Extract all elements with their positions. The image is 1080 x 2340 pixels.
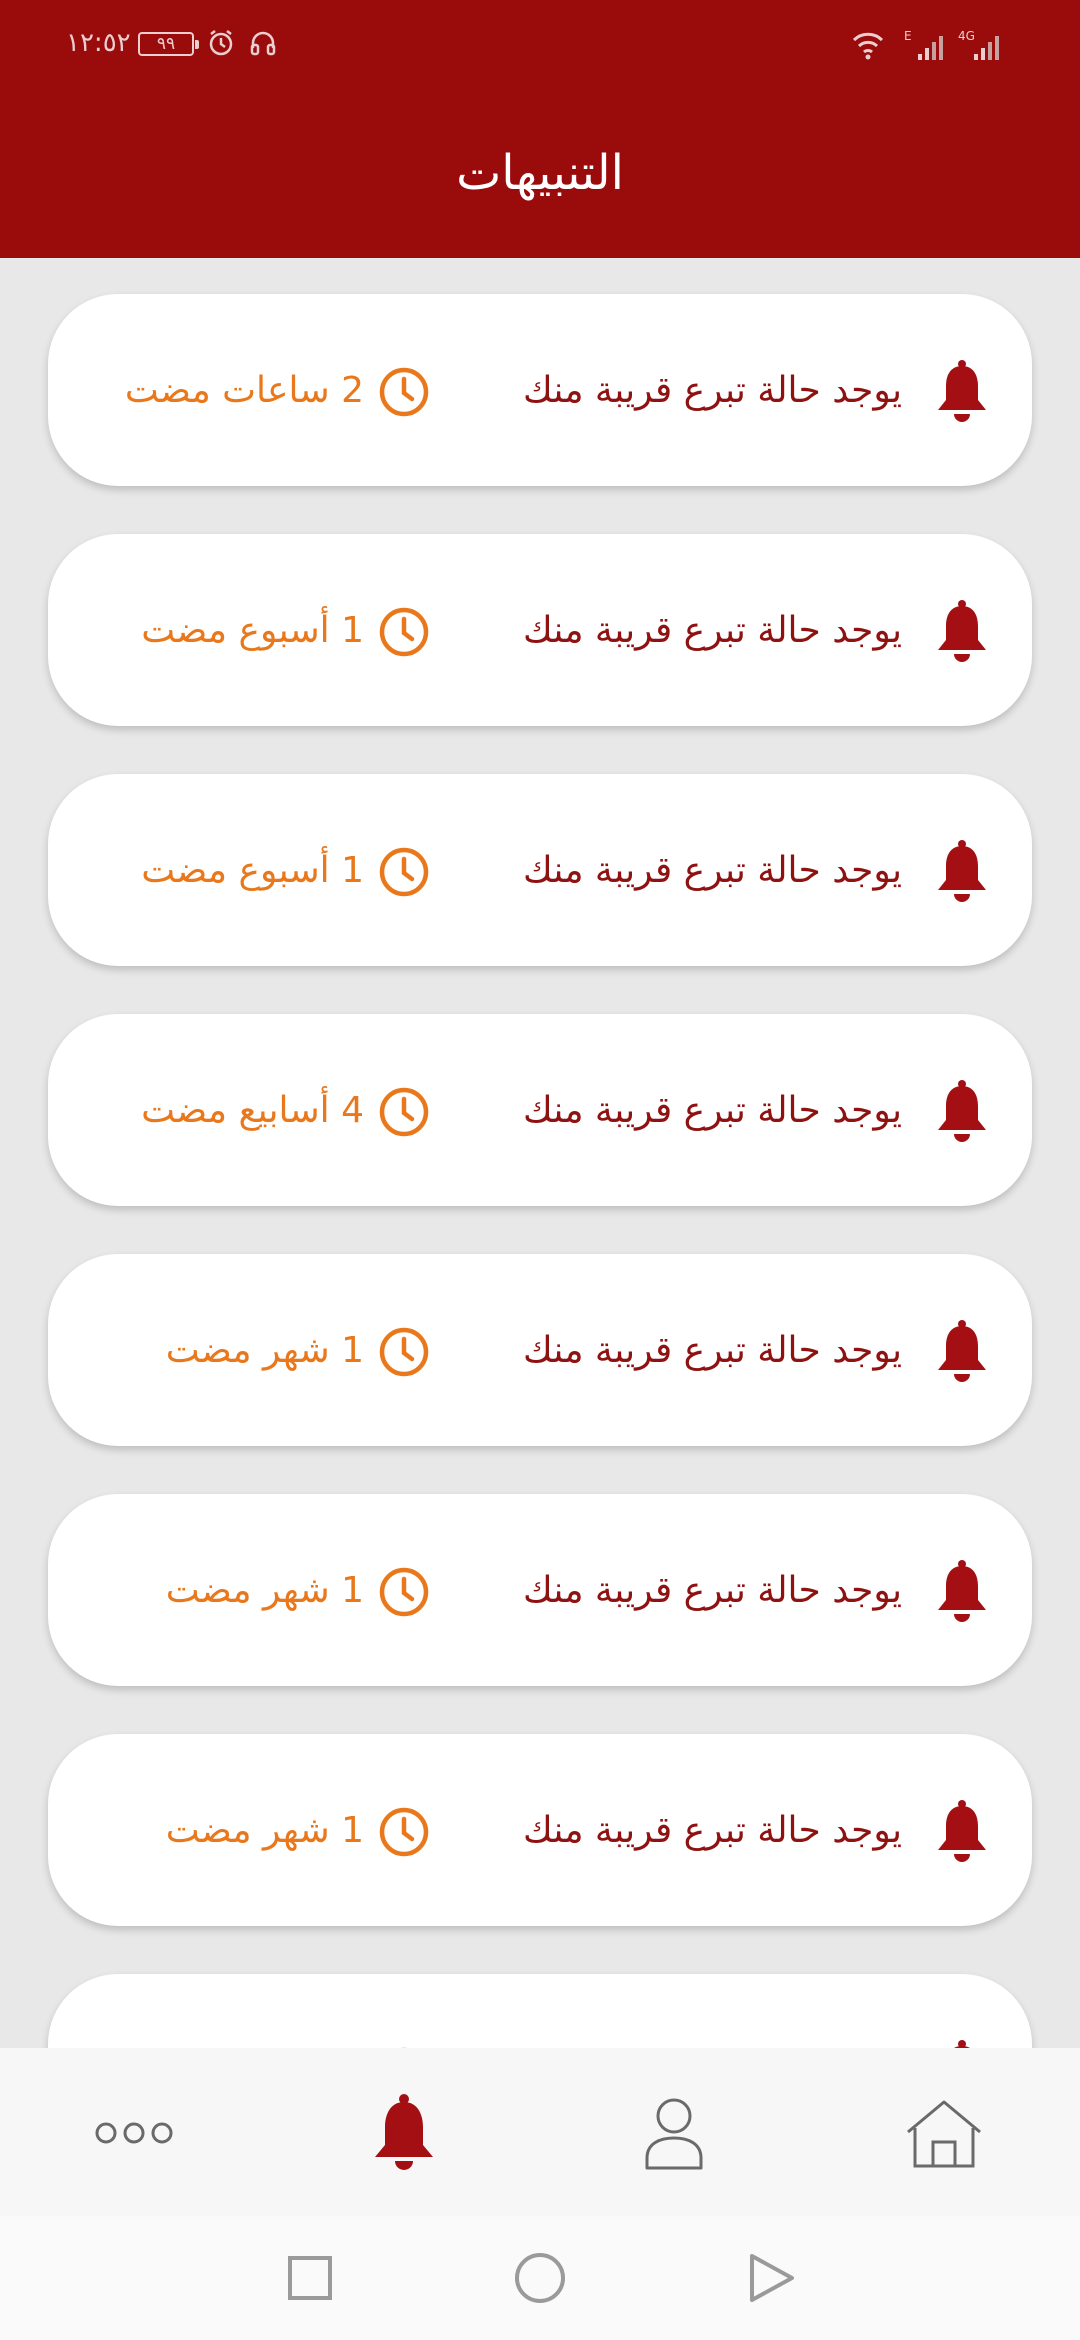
system-nav-bar — [0, 2216, 1080, 2340]
notification-card[interactable]: يوجد حالة تبرع قريبة منك 1 أسبوع مضت — [48, 774, 1032, 966]
profile-icon — [645, 2098, 703, 2170]
bell-icon — [938, 1560, 986, 1622]
home-circle-icon[interactable] — [508, 2246, 572, 2310]
notification-time: 1 شهر مضت — [165, 1570, 364, 1611]
battery-icon: ٩٩ — [138, 32, 199, 56]
clock-icon — [379, 1087, 429, 1137]
notification-time: 1 شهر مضت — [165, 1810, 364, 1851]
alarm-icon — [209, 30, 233, 56]
notification-time: 4 أسابيع مضت — [141, 1090, 364, 1131]
clock-icon — [379, 847, 429, 897]
notification-time: 2 ساعات مضت — [124, 370, 364, 411]
home-icon — [907, 2100, 981, 2168]
notification-card[interactable] — [48, 1974, 1032, 2048]
notification-card[interactable]: يوجد حالة تبرع قريبة منك 4 أسابيع مضت — [48, 1014, 1032, 1206]
bell-icon — [375, 2094, 433, 2170]
notification-card[interactable]: يوجد حالة تبرع قريبة منك 1 شهر مضت — [48, 1254, 1032, 1446]
notification-message: يوجد حالة تبرع قريبة منك — [522, 1570, 902, 1611]
bell-icon — [938, 1320, 986, 1382]
nav-home-button[interactable] — [894, 2088, 994, 2178]
notification-time: 1 شهر مضت — [165, 1330, 364, 1371]
notification-message: يوجد حالة تبرع قريبة منك — [522, 1810, 902, 1851]
recents-square-icon[interactable] — [278, 2246, 342, 2310]
bell-icon — [938, 600, 986, 662]
notification-time: 1 أسبوع مضت — [141, 610, 364, 651]
nav-notifications-button[interactable] — [354, 2088, 454, 2178]
clock-icon — [379, 1807, 429, 1857]
bell-icon — [938, 1080, 986, 1142]
notification-card[interactable]: يوجد حالة تبرع قريبة منك 1 أسبوع مضت — [48, 534, 1032, 726]
notification-card[interactable]: يوجد حالة تبرع قريبة منك 1 شهر مضت — [48, 1494, 1032, 1686]
wifi-icon — [852, 32, 884, 60]
app-header: ١٢:٥٢ ٩٩ E 4G التنبيهات — [0, 0, 1080, 258]
more-dots-icon — [95, 2122, 173, 2144]
signal-4g-icon: 4G — [958, 29, 999, 60]
notification-message: يوجد حالة تبرع قريبة منك — [522, 610, 902, 651]
clock-icon — [379, 1327, 429, 1377]
notifications-list[interactable]: يوجد حالة تبرع قريبة منك 2 ساعات مضت يوج… — [0, 258, 1080, 2048]
page-title: التنبيهات — [456, 145, 624, 201]
bell-icon — [938, 840, 986, 902]
notification-message: يوجد حالة تبرع قريبة منك — [522, 850, 902, 891]
status-bar: ١٢:٥٢ ٩٩ E 4G — [0, 0, 1080, 90]
notification-time: 1 أسبوع مضت — [141, 850, 364, 891]
nav-profile-button[interactable] — [624, 2088, 724, 2178]
clock-icon — [379, 367, 429, 417]
nav-more-button[interactable] — [84, 2088, 184, 2178]
bottom-nav — [0, 2048, 1080, 2216]
status-time: ١٢:٥٢ — [66, 28, 131, 58]
svg-text:4G: 4G — [958, 29, 975, 43]
notification-message: يوجد حالة تبرع قريبة منك — [522, 1090, 902, 1131]
clock-icon — [379, 1567, 429, 1617]
notification-card[interactable]: يوجد حالة تبرع قريبة منك 1 شهر مضت — [48, 1734, 1032, 1926]
notification-message: يوجد حالة تبرع قريبة منك — [522, 370, 902, 411]
svg-text:E: E — [904, 29, 912, 43]
clock-icon — [379, 607, 429, 657]
notification-card[interactable]: يوجد حالة تبرع قريبة منك 2 ساعات مضت — [48, 294, 1032, 486]
bell-icon — [938, 360, 986, 422]
back-triangle-icon[interactable] — [738, 2246, 802, 2310]
bell-icon — [938, 1800, 986, 1862]
bell-icon — [954, 2040, 970, 2048]
signal-e-icon: E — [904, 29, 943, 60]
notification-message: يوجد حالة تبرع قريبة منك — [522, 1330, 902, 1371]
headphones-icon — [250, 31, 276, 56]
